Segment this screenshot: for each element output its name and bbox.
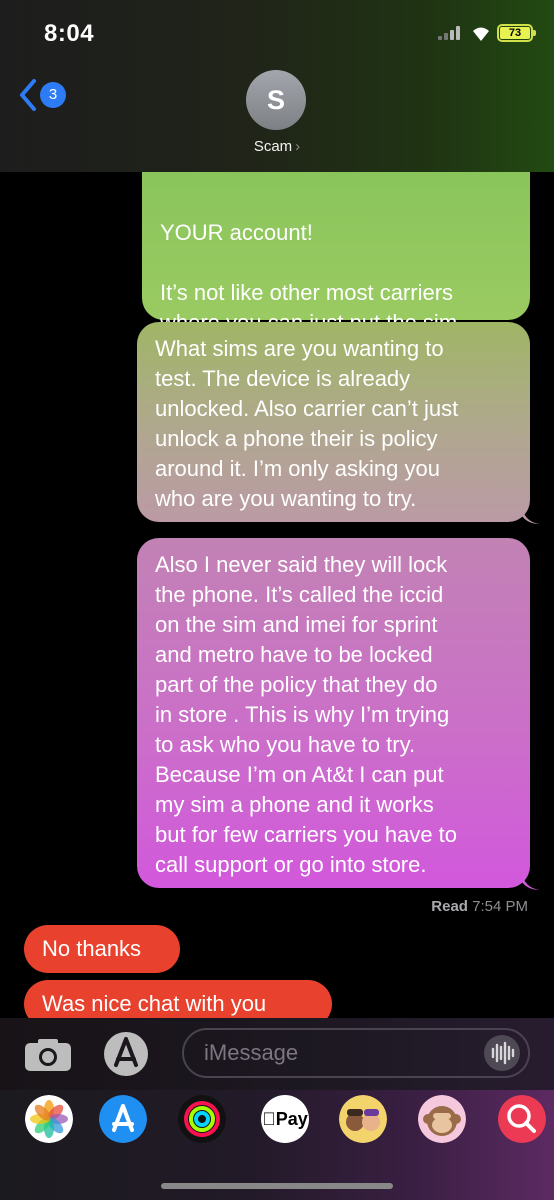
received-message-bubble[interactable]: No thanks bbox=[24, 925, 180, 973]
sent-message-bubble[interactable]: What sims are you wanting to test. The d… bbox=[137, 322, 530, 522]
read-label: Read bbox=[431, 898, 468, 915]
camera-icon[interactable] bbox=[24, 1038, 72, 1072]
sent-message-bubble[interactable]: YOUR account! It’s not like other most c… bbox=[142, 150, 530, 365]
photos-icon[interactable] bbox=[25, 1095, 73, 1143]
bubble-tail bbox=[522, 872, 540, 890]
back-button[interactable]: 3 bbox=[18, 78, 72, 112]
message-text-field[interactable]: iMessage bbox=[182, 1028, 530, 1078]
apple-logo-icon:  bbox=[262, 1109, 276, 1130]
audio-message-button[interactable] bbox=[484, 1035, 520, 1071]
memoji-icon[interactable] bbox=[339, 1095, 387, 1143]
read-time: 7:54 PM bbox=[472, 898, 528, 915]
message-placeholder: iMessage bbox=[204, 1040, 299, 1065]
animoji-icon[interactable] bbox=[418, 1095, 466, 1143]
read-receipt: Read 7:54 PM bbox=[431, 898, 528, 915]
chevron-left-icon bbox=[20, 79, 36, 111]
activity-icon[interactable] bbox=[178, 1095, 226, 1143]
wifi-icon bbox=[473, 27, 489, 41]
app-store-icon[interactable] bbox=[99, 1095, 147, 1143]
status-time: 8:04 bbox=[44, 20, 95, 47]
apple-pay-label: Pay bbox=[268, 1108, 308, 1129]
battery-level: 73 bbox=[500, 27, 530, 39]
cellular-signal-icon bbox=[438, 26, 460, 40]
battery-icon: 73 bbox=[497, 24, 536, 42]
apple-pay-icon[interactable]: Pay bbox=[261, 1095, 309, 1143]
search-images-icon[interactable] bbox=[498, 1095, 546, 1143]
unread-badge: 3 bbox=[40, 82, 66, 108]
home-indicator[interactable] bbox=[161, 1183, 393, 1189]
message-input-bar: iMessage bbox=[0, 1018, 554, 1090]
app-store-drawer-icon[interactable] bbox=[100, 1030, 152, 1078]
bubble-tail bbox=[522, 506, 540, 524]
contact-name-button[interactable]: Scam › bbox=[0, 138, 554, 155]
sent-message-bubble[interactable]: Also I never said they will lock the pho… bbox=[137, 538, 530, 888]
contact-name: Scam bbox=[253, 138, 293, 155]
conversation-header: 8:04 73 3 S Scam › bbox=[0, 0, 554, 172]
waveform-icon bbox=[491, 1041, 515, 1065]
contact-avatar[interactable]: S bbox=[246, 70, 306, 130]
chevron-right-icon: › bbox=[295, 138, 301, 155]
